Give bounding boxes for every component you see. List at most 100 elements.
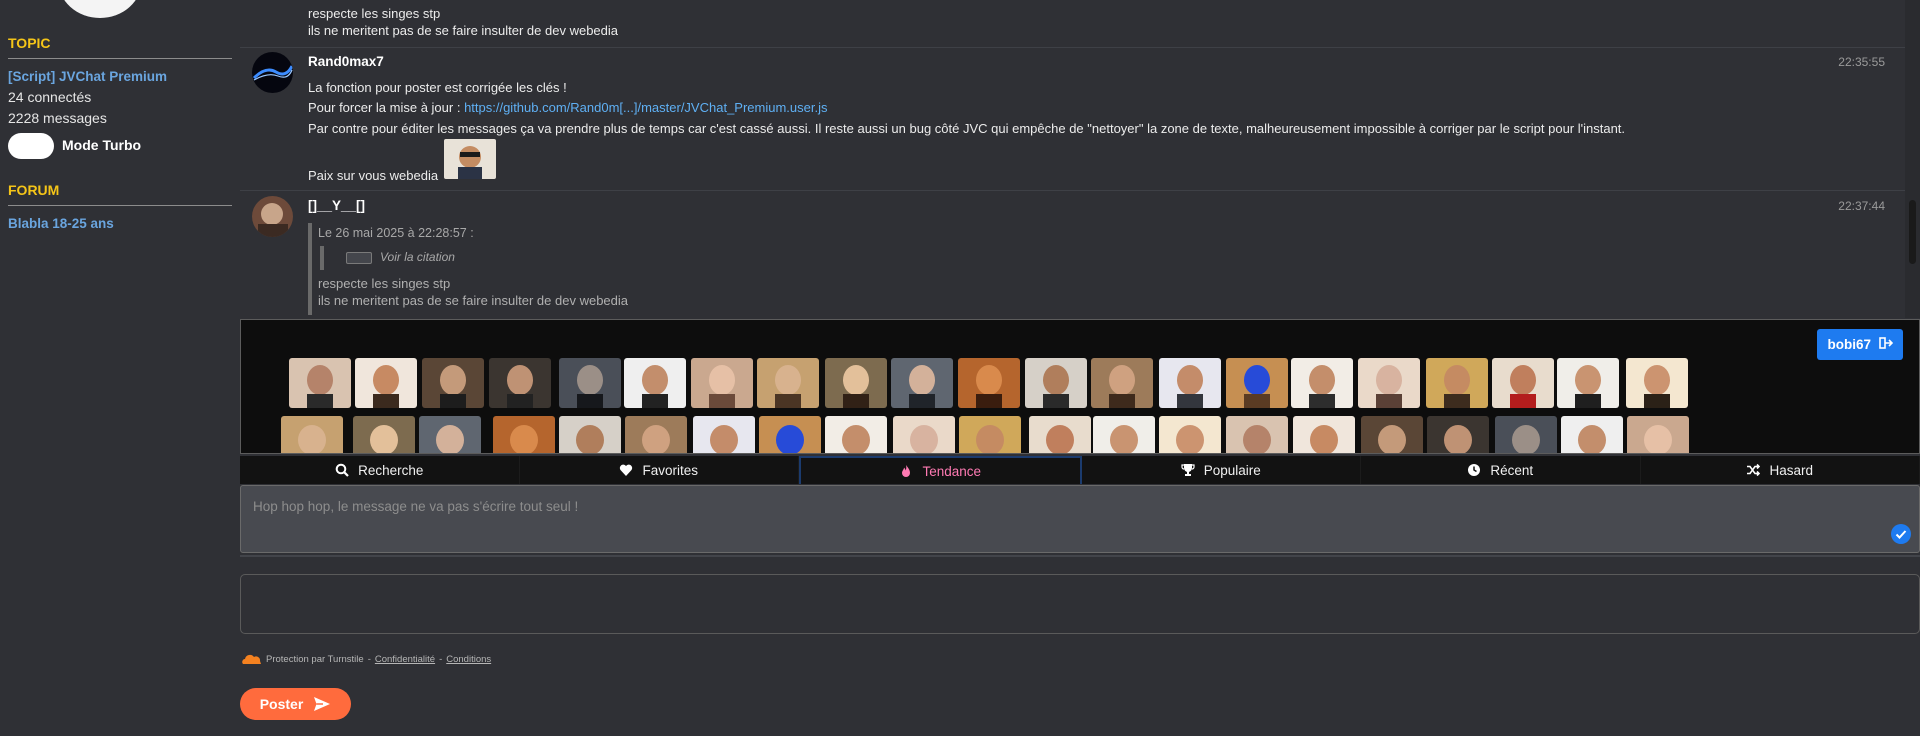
sticker-thumbnail[interactable] <box>419 416 481 453</box>
view-quote-link[interactable]: Voir la citation <box>380 250 455 264</box>
shuffle-icon <box>1747 463 1761 477</box>
sticker-thumbnail[interactable] <box>1226 358 1288 408</box>
tab-recent[interactable]: Récent <box>1361 456 1641 484</box>
message-text: Pour forcer la mise à jour : https://git… <box>308 100 828 115</box>
message-separator <box>240 47 1905 48</box>
tab-favorites[interactable]: Favorites <box>520 456 799 484</box>
github-link[interactable]: https://github.com/Rand0m[...]/master/JV… <box>464 100 827 115</box>
sticker-thumbnail[interactable] <box>825 416 887 453</box>
sticker-thumbnail[interactable] <box>624 358 686 408</box>
post-button[interactable]: Poster <box>240 688 351 720</box>
sticker-thumbnail[interactable] <box>1492 358 1554 408</box>
message-text: Par contre pour éditer les messages ça v… <box>308 121 1626 136</box>
scrollbar-thumb[interactable] <box>1909 200 1916 264</box>
separator: - <box>439 653 443 665</box>
sticker-image[interactable] <box>444 139 496 179</box>
quote-text: respecte les singes stp <box>318 276 451 291</box>
sticker-thumbnail[interactable] <box>1557 358 1619 408</box>
captcha-widget[interactable] <box>240 574 1920 634</box>
forum-link[interactable]: Blabla 18-25 ans <box>8 216 114 231</box>
message-time: 22:37:44 <box>1838 199 1885 213</box>
terms-link[interactable]: Conditions <box>446 654 491 665</box>
sticker-thumbnail[interactable] <box>759 416 821 453</box>
quote-text: ils ne meritent pas de se faire insulter… <box>318 293 629 308</box>
post-button-label: Poster <box>259 696 304 712</box>
sticker-thumbnail[interactable] <box>422 358 484 408</box>
sticker-thumbnail[interactable] <box>559 358 621 408</box>
sidebar: TOPIC [Script] JVChat Premium 24 connect… <box>0 0 238 736</box>
tab-label: Populaire <box>1203 462 1261 478</box>
sticker-thumbnail[interactable] <box>493 416 555 453</box>
message-text: ils ne meritent pas de se faire insulter… <box>308 23 619 38</box>
message-textarea[interactable]: Hop hop hop, le message ne va pas s'écri… <box>240 485 1920 553</box>
sticker-thumbnail[interactable] <box>959 416 1021 453</box>
captcha-protection-text: Protection par Turnstile <box>266 653 364 665</box>
tab-recherche[interactable]: Recherche <box>240 456 520 484</box>
search-icon <box>335 463 349 477</box>
message-author[interactable]: Rand0max7 <box>308 54 384 69</box>
message-text: Paix sur vous webedia <box>308 168 439 183</box>
sticker-thumbnail[interactable] <box>559 416 621 453</box>
sticker-thumbnail[interactable] <box>891 358 953 408</box>
sticker-thumbnail[interactable] <box>281 416 343 453</box>
quote-bar <box>320 246 324 270</box>
sticker-tabs: Recherche Favorites Tendance Populaire R… <box>240 456 1920 484</box>
sticker-thumbnail[interactable] <box>1293 416 1355 453</box>
cloudflare-icon <box>242 654 261 664</box>
user-chip[interactable]: bobi67 <box>1817 329 1903 360</box>
sticker-thumbnail[interactable] <box>289 358 351 408</box>
sticker-thumbnail[interactable] <box>958 358 1020 408</box>
sticker-thumbnail[interactable] <box>1226 416 1288 453</box>
sticker-thumbnail[interactable] <box>355 358 417 408</box>
topic-title-link[interactable]: [Script] JVChat Premium <box>8 69 167 84</box>
sticker-thumbnail[interactable] <box>1159 358 1221 408</box>
sticker-thumbnail[interactable] <box>691 358 753 408</box>
message-list: respecte les singes stp ils ne meritent … <box>240 0 1905 318</box>
divider <box>8 58 232 59</box>
privacy-link[interactable]: Confidentialité <box>375 654 435 665</box>
avatar[interactable] <box>252 196 293 237</box>
sticker-thumbnail[interactable] <box>1159 416 1221 453</box>
tab-tendance[interactable]: Tendance <box>799 456 1082 484</box>
sticker-thumbnail[interactable] <box>1358 358 1420 408</box>
sticker-panel: bobi67 <box>240 319 1920 454</box>
avatar[interactable] <box>252 52 293 93</box>
tab-hasard[interactable]: Hasard <box>1641 456 1920 484</box>
sticker-thumbnail[interactable] <box>825 358 887 408</box>
sticker-thumbnail[interactable] <box>757 358 819 408</box>
message-count: 2228 messages <box>8 110 107 126</box>
captcha-note: Protection par Turnstile - Confidentiali… <box>240 653 491 665</box>
tab-label: Hasard <box>1769 462 1814 478</box>
sticker-thumbnail[interactable] <box>1361 416 1423 453</box>
textarea-placeholder: Hop hop hop, le message ne va pas s'écri… <box>253 499 579 514</box>
sticker-thumbnail[interactable] <box>625 416 687 453</box>
sticker-thumbnail[interactable] <box>489 358 551 408</box>
scrollbar[interactable] <box>1905 0 1920 318</box>
sticker-thumbnail[interactable] <box>1427 416 1489 453</box>
sticker-thumbnail[interactable] <box>1091 358 1153 408</box>
expand-quote-button[interactable] <box>346 252 372 264</box>
heart-icon <box>620 464 633 476</box>
sticker-thumbnail[interactable] <box>1495 416 1557 453</box>
sticker-thumbnail[interactable] <box>1626 358 1688 408</box>
sticker-thumbnail[interactable] <box>1093 416 1155 453</box>
sticker-thumbnail[interactable] <box>1291 358 1353 408</box>
sticker-thumbnail[interactable] <box>353 416 415 453</box>
sticker-thumbnail[interactable] <box>1025 358 1087 408</box>
tab-label: Récent <box>1490 462 1534 478</box>
sticker-thumbnail[interactable] <box>1561 416 1623 453</box>
logout-icon[interactable] <box>1879 336 1894 353</box>
sticker-thumbnail[interactable] <box>693 416 755 453</box>
clock-icon <box>1468 464 1481 476</box>
sticker-thumbnail[interactable] <box>1029 416 1091 453</box>
message-author[interactable]: []__Y__[] <box>308 198 365 213</box>
sticker-thumbnail[interactable] <box>893 416 955 453</box>
flame-icon <box>902 465 911 477</box>
tab-populaire[interactable]: Populaire <box>1082 456 1361 484</box>
sticker-thumbnail[interactable] <box>1426 358 1488 408</box>
quote-bar <box>308 223 312 315</box>
sticker-thumbnail[interactable] <box>1627 416 1689 453</box>
turbo-toggle[interactable] <box>8 133 54 159</box>
message-text: respecte les singes stp <box>308 6 441 21</box>
check-icon[interactable] <box>1891 524 1911 544</box>
